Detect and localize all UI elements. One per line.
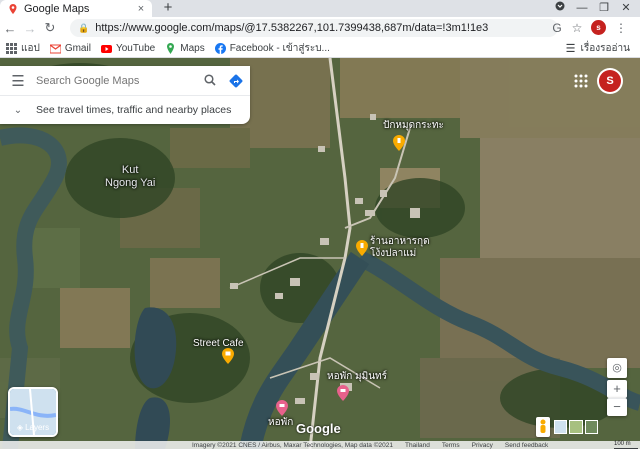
travel-times-row[interactable]: ⌄ See travel times, traffic and nearby p… — [0, 98, 250, 122]
bookmark-label: Gmail — [64, 42, 91, 54]
youtube-icon — [100, 44, 112, 53]
travel-times-label: See travel times, traffic and nearby pla… — [36, 104, 232, 116]
tab-google-maps[interactable]: Google Maps × — [0, 0, 152, 17]
tab-close-icon[interactable]: × — [134, 3, 148, 15]
maps-search-panel: ☰ ⌄ See travel times, traffic and nearby… — [0, 66, 250, 124]
layers-button[interactable]: ◈ Layers — [8, 387, 58, 437]
send-feedback-link[interactable]: Send feedback — [505, 442, 548, 449]
close-window-button[interactable]: ✕ — [616, 0, 636, 17]
tab-strip: Google Maps × + — ❐ ✕ — [0, 0, 640, 17]
menu-hamburger-icon[interactable]: ☰ — [0, 72, 36, 90]
reading-list-icon: ☰ — [565, 43, 576, 55]
pegman-icon — [540, 419, 546, 433]
cafe-pin-icon[interactable] — [222, 348, 234, 364]
lodging-pin-icon[interactable] — [276, 400, 288, 416]
lock-icon: 🔒 — [78, 22, 90, 33]
maps-pin-icon — [167, 42, 175, 54]
thumbnail-satellite[interactable] — [584, 420, 598, 434]
chevron-down-icon: ⌄ — [13, 104, 23, 116]
my-location-button[interactable]: ◎ — [607, 358, 627, 378]
zoom-out-button[interactable]: − — [607, 398, 627, 416]
forward-button[interactable]: → — [20, 21, 40, 36]
facebook-icon — [214, 42, 226, 54]
directions-button[interactable] — [222, 74, 250, 88]
thumbnail-terrain[interactable] — [569, 420, 583, 434]
place-label[interactable]: หอพัก — [268, 417, 293, 429]
layers-label-row: ◈ Layers — [10, 423, 56, 432]
place-label[interactable]: Street Cafe — [193, 338, 244, 350]
minimize-button[interactable]: — — [572, 0, 592, 17]
bookmark-label: Facebook - เข้าสู่ระบ... — [229, 42, 330, 54]
search-icon[interactable] — [198, 73, 222, 89]
bookmark-facebook[interactable]: Facebook - เข้าสู่ระบ... — [214, 41, 330, 56]
bookmark-label: Maps — [180, 42, 205, 54]
google-logo: Google — [296, 421, 341, 436]
bookmark-apps[interactable]: แอป — [6, 41, 40, 56]
reload-button[interactable]: ↻ — [40, 20, 60, 36]
bookmark-star-icon[interactable]: ☆ — [568, 19, 586, 37]
tab-search-button[interactable] — [552, 0, 568, 17]
browser-profile-avatar[interactable]: s — [591, 20, 606, 35]
bookmark-youtube[interactable]: YouTube — [100, 42, 156, 54]
maps-profile-avatar[interactable]: S — [599, 70, 621, 92]
maps-favicon-icon — [9, 3, 17, 14]
reading-list-label: เรื่องรออ่าน — [580, 43, 630, 54]
place-label[interactable]: หอพัก มุมินทร์ — [327, 371, 387, 383]
imagery-attribution: Imagery ©2021 CNES / Airbus, Maxar Techn… — [192, 441, 393, 449]
thumbnail-map[interactable] — [554, 420, 568, 434]
google-apps-icon[interactable] — [574, 74, 588, 88]
place-label[interactable]: ปักหมุดกระทะ — [383, 120, 444, 132]
layers-label: Layers — [25, 423, 50, 432]
terms-link[interactable]: Terms — [442, 442, 460, 449]
google-lens-icon[interactable]: G — [548, 19, 566, 37]
directions-icon — [229, 74, 243, 87]
street-view-pegman[interactable] — [536, 417, 550, 437]
bookmark-label: YouTube — [115, 42, 156, 54]
lodging-pin-icon[interactable] — [337, 385, 349, 401]
bookmarks-bar: แอป Gmail YouTube Maps Facebook - เข้าสู… — [0, 39, 640, 58]
place-pin-icon[interactable] — [393, 135, 405, 151]
area-label: Kut Ngong Yai — [105, 164, 156, 189]
new-tab-button[interactable]: + — [160, 0, 176, 17]
scale-bar[interactable]: 100 m — [614, 441, 638, 449]
place-label[interactable]: ร้านอาหารกุด โง้งปลาแม่ — [370, 236, 430, 260]
zoom-in-button[interactable]: + — [607, 380, 627, 398]
my-location-icon: ◎ — [612, 362, 622, 374]
imagery-thumbnails[interactable] — [554, 420, 598, 434]
apps-grid-icon — [6, 42, 17, 54]
bookmark-maps[interactable]: Maps — [165, 42, 205, 54]
map-footer: Imagery ©2021 CNES / Airbus, Maxar Techn… — [0, 441, 640, 449]
back-button[interactable]: ← — [0, 21, 20, 36]
search-input[interactable] — [36, 74, 198, 87]
address-url: https://www.google.com/maps/@17.5382267,… — [95, 22, 489, 34]
country-link[interactable]: Thailand — [405, 442, 430, 449]
reading-list-button[interactable]: ☰ เรื่องรออ่าน — [566, 39, 630, 58]
bookmark-gmail[interactable]: Gmail — [49, 42, 91, 54]
bookmark-label: แอป — [21, 42, 40, 54]
search-box: ☰ — [0, 66, 250, 96]
restaurant-pin-icon[interactable] — [356, 240, 368, 256]
browser-toolbar: ← → ↻ 🔒 https://www.google.com/maps/@17.… — [0, 17, 640, 39]
privacy-link[interactable]: Privacy — [472, 442, 493, 449]
tab-title: Google Maps — [24, 2, 90, 15]
address-bar[interactable]: 🔒 https://www.google.com/maps/@17.538226… — [70, 19, 558, 37]
maximize-button[interactable]: ❐ — [594, 0, 614, 17]
browser-menu-icon[interactable]: ⋮ — [612, 19, 630, 37]
layers-icon: ◈ — [16, 423, 24, 432]
gmail-icon — [49, 43, 61, 53]
